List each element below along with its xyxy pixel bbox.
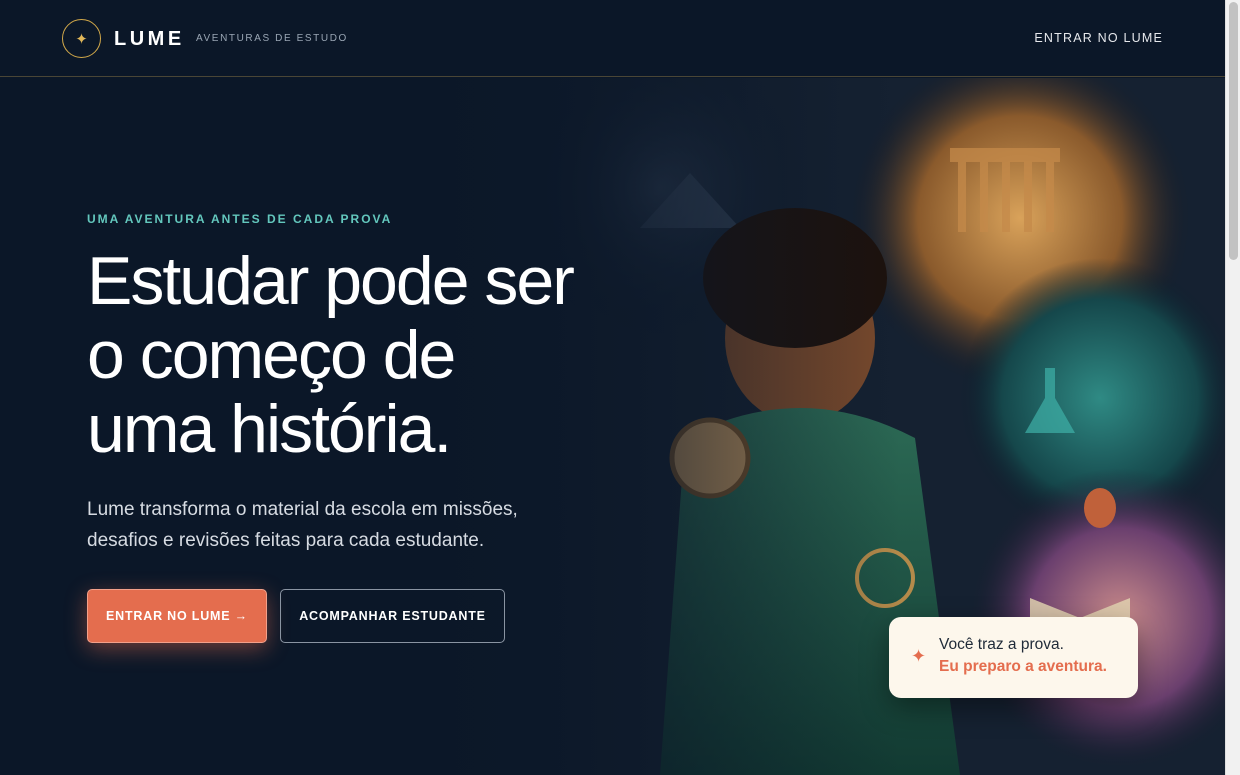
hero-eyebrow: UMA AVENTURA ANTES DE CADA PROVA (87, 212, 393, 226)
subtext-line: Lume transforma o material da escola em … (87, 499, 518, 520)
subtext-line: desafios e revisões feitas para cada est… (87, 530, 485, 551)
promo-line-2: Eu preparo a aventura. (939, 658, 1107, 675)
headline-line: uma história. (87, 391, 452, 467)
scrollbar-thumb[interactable] (1229, 2, 1238, 260)
top-navigation-bar: ✦ LUME AVENTURAS DE ESTUDO ENTRAR NO LUM… (0, 0, 1225, 77)
brand-name[interactable]: LUME (114, 28, 185, 51)
landing-page: ✦ LUME AVENTURAS DE ESTUDO ENTRAR NO LUM… (0, 0, 1225, 775)
sparkle-icon[interactable]: ✦ (62, 19, 101, 58)
brand-tagline: AVENTURAS DE ESTUDO (196, 33, 348, 44)
headline-line: o começo de (87, 317, 456, 393)
vertical-scrollbar[interactable] (1225, 0, 1240, 775)
promo-card: ✦ Você traz a prova. Eu preparo a aventu… (889, 617, 1138, 698)
nav-login-link[interactable]: ENTRAR NO LUME (1034, 31, 1163, 45)
follow-student-button[interactable]: ACOMPANHAR ESTUDANTE (280, 589, 505, 643)
enter-lume-button[interactable]: ENTRAR NO LUME → (87, 589, 267, 643)
headline-line: Estudar pode ser (87, 243, 575, 319)
promo-line-1: Você traz a prova. (939, 636, 1064, 653)
hero-headline: Estudar pode ser o começo de uma históri… (87, 244, 647, 466)
sparkle-icon: ✦ (911, 646, 927, 666)
hero-subtext: Lume transforma o material da escola em … (87, 494, 567, 556)
